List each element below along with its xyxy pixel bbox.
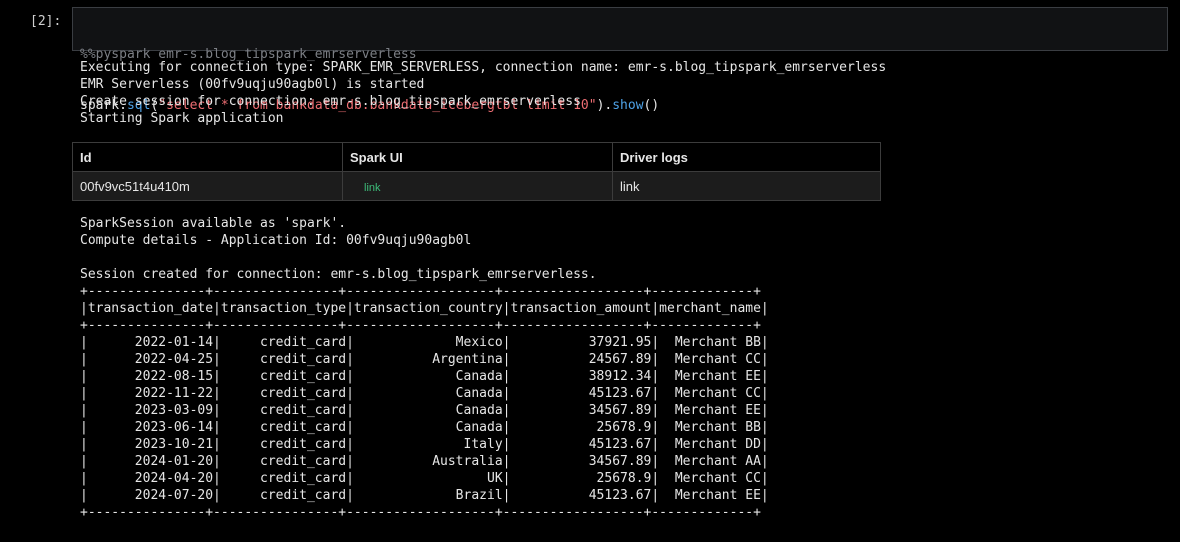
log-line: EMR Serverless (00fv9uqju90agb0l) is sta… [80,77,425,92]
spark-ui-link[interactable]: link [350,182,381,194]
header-id: Id [72,142,343,172]
log-line: Starting Spark application [80,111,284,126]
header-driver-logs: Driver logs [612,142,881,172]
result-data-row: | 2023-10-21| credit_card| Italy| 45123.… [80,437,769,452]
result-border-bottom: +---------------+----------------+------… [80,505,761,520]
result-data-row: | 2022-04-25| credit_card| Argentina| 24… [80,352,769,367]
result-data-row: | 2024-01-20| credit_card| Australia| 34… [80,454,769,469]
log-line: Executing for connection type: SPARK_EMR… [80,60,887,75]
session-info-table: Id Spark UI Driver logs 00fv9vc51t4u410m… [72,142,881,201]
result-border-header: +---------------+----------------+------… [80,318,761,333]
result-border-top: +---------------+----------------+------… [80,284,761,299]
result-data-row: | 2024-07-20| credit_card| Brazil| 45123… [80,488,769,503]
session-table-row: 00fv9vc51t4u410m link link [72,171,881,201]
result-data-row: | 2024-04-20| credit_card| UK| 25678.9| … [80,471,769,486]
driver-logs-link[interactable]: link [620,179,640,194]
result-header-row: |transaction_date|transaction_type|trans… [80,301,769,316]
driver-logs-cell: link [612,171,881,201]
result-data-row: | 2022-01-14| credit_card| Mexico| 37921… [80,335,769,350]
spark-ui-cell: link [342,171,613,201]
result-data-row: | 2023-06-14| credit_card| Canada| 25678… [80,420,769,435]
query-result-table: +---------------+----------------+------… [80,283,769,521]
session-line: Session created for connection: emr-s.bl… [80,267,597,282]
session-output: SparkSession available as 'spark'. Compu… [80,215,597,283]
code-cell-editor[interactable]: %%pyspark emr-s.blog_tipspark_emrserverl… [72,7,1168,113]
session-line: SparkSession available as 'spark'. [80,216,347,231]
result-data-row: | 2023-03-09| credit_card| Canada| 34567… [80,403,769,418]
session-line: Compute details - Application Id: 00fv9u… [80,233,472,248]
header-spark-ui: Spark UI [342,142,613,172]
log-output: Executing for connection type: SPARK_EMR… [80,59,886,127]
cell-prompt: [2]: [30,14,62,29]
result-data-row: | 2022-11-22| credit_card| Canada| 45123… [80,386,769,401]
session-table-header-row: Id Spark UI Driver logs [72,142,881,172]
log-line: Create session for connection: emr-s.blo… [80,94,581,109]
session-id: 00fv9vc51t4u410m [72,171,343,201]
result-data-row: | 2022-08-15| credit_card| Canada| 38912… [80,369,769,384]
